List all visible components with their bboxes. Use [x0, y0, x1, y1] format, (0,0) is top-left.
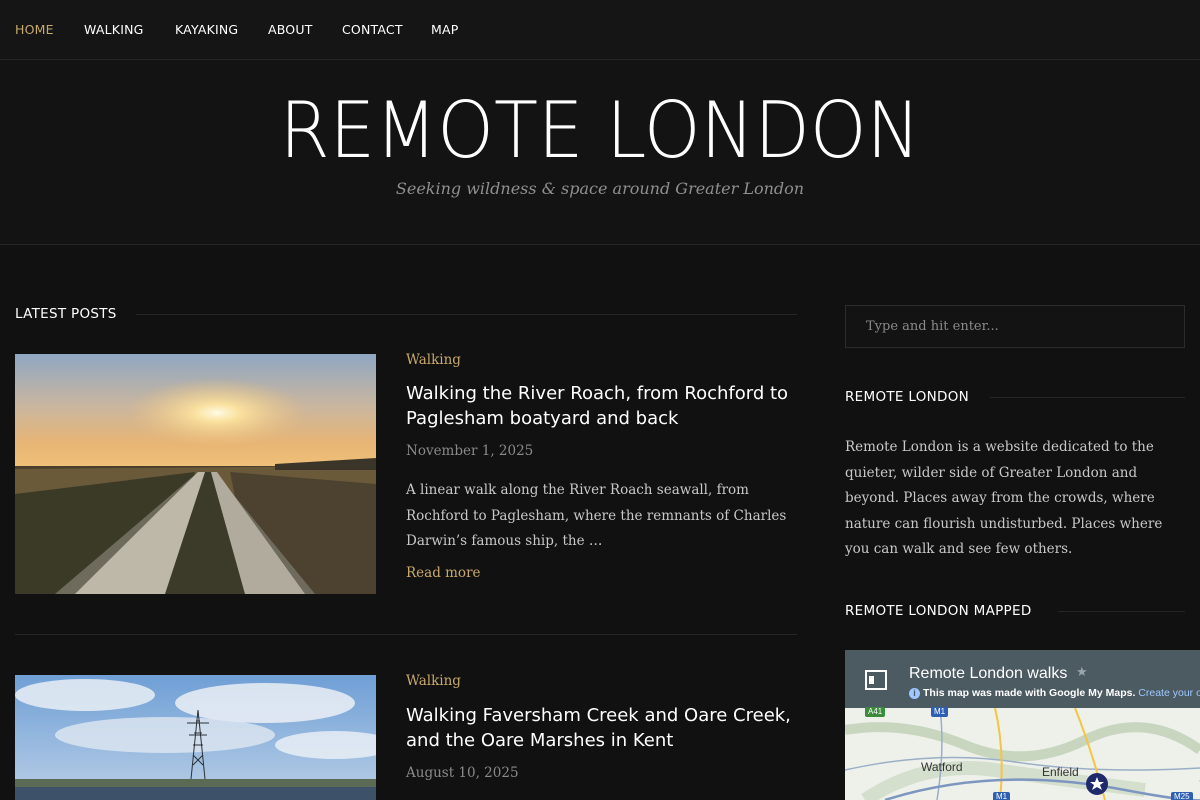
- post-category[interactable]: Walking: [406, 673, 461, 689]
- heading-rule: [990, 397, 1185, 398]
- road-badge: M1: [931, 707, 949, 717]
- map-title[interactable]: Remote London walks: [909, 665, 1067, 683]
- latest-posts-heading: LATEST POSTS: [15, 306, 117, 322]
- map-widget-heading: REMOTE LONDON MAPPED: [845, 603, 1032, 619]
- embedded-map[interactable]: Remote London walks ★ i This map was made…: [845, 650, 1200, 800]
- map-header: Remote London walks ★ i This map was made…: [845, 650, 1200, 708]
- search-box: [845, 305, 1185, 348]
- read-more-link[interactable]: Read more: [406, 565, 481, 581]
- nav-item-contact[interactable]: CONTACT: [342, 22, 403, 37]
- site-header: REMOTE LONDON Seeking wildness & space a…: [0, 60, 1200, 245]
- post-divider: [15, 634, 797, 635]
- map-info: i This map was made with Google My Maps. …: [909, 687, 1200, 699]
- post-excerpt: A linear walk along the River Roach seaw…: [406, 482, 787, 549]
- info-icon: i: [909, 688, 920, 699]
- site-title[interactable]: REMOTE LONDON: [0, 85, 1200, 176]
- post-date: August 10, 2025: [406, 765, 519, 781]
- sunset-path-image: [15, 354, 376, 594]
- sidebar-toggle-icon[interactable]: [865, 670, 889, 690]
- about-text: Remote London is a website dedicated to …: [845, 439, 1163, 557]
- top-navigation: HOME WALKING KAYAKING ABOUT CONTACT MAP: [0, 0, 1200, 60]
- post-category[interactable]: Walking: [406, 352, 461, 368]
- create-map-link[interactable]: Create your o: [1138, 687, 1200, 699]
- nav-item-walking[interactable]: WALKING: [84, 22, 144, 37]
- road-badge: M25: [1171, 792, 1193, 800]
- road-badge: A41: [865, 707, 886, 717]
- heading-rule: [136, 314, 797, 315]
- map-label-enfield: Enfield: [1042, 765, 1079, 779]
- nav-item-kayaking[interactable]: KAYAKING: [175, 22, 238, 37]
- search-input[interactable]: [846, 306, 1184, 347]
- road-badge: M1: [993, 792, 1011, 800]
- post-title[interactable]: Walking Faversham Creek and Oare Creek, …: [406, 703, 796, 753]
- about-widget-heading: REMOTE LONDON: [845, 389, 970, 405]
- post-date: November 1, 2025: [406, 443, 534, 459]
- star-icon[interactable]: ★: [1076, 665, 1088, 680]
- marsh-pylon-image: [15, 675, 376, 800]
- post-title[interactable]: Walking the River Roach, from Rochford t…: [406, 381, 796, 431]
- site-tagline: Seeking wildness & space around Greater …: [395, 179, 805, 198]
- nav-item-map[interactable]: MAP: [431, 22, 458, 37]
- post-thumbnail[interactable]: [15, 675, 376, 800]
- post-thumbnail[interactable]: [15, 354, 376, 594]
- nav-item-home[interactable]: HOME: [15, 22, 54, 37]
- nav-item-about[interactable]: ABOUT: [268, 22, 313, 37]
- map-label-watford: Watford: [921, 760, 963, 774]
- heading-rule: [1058, 611, 1185, 612]
